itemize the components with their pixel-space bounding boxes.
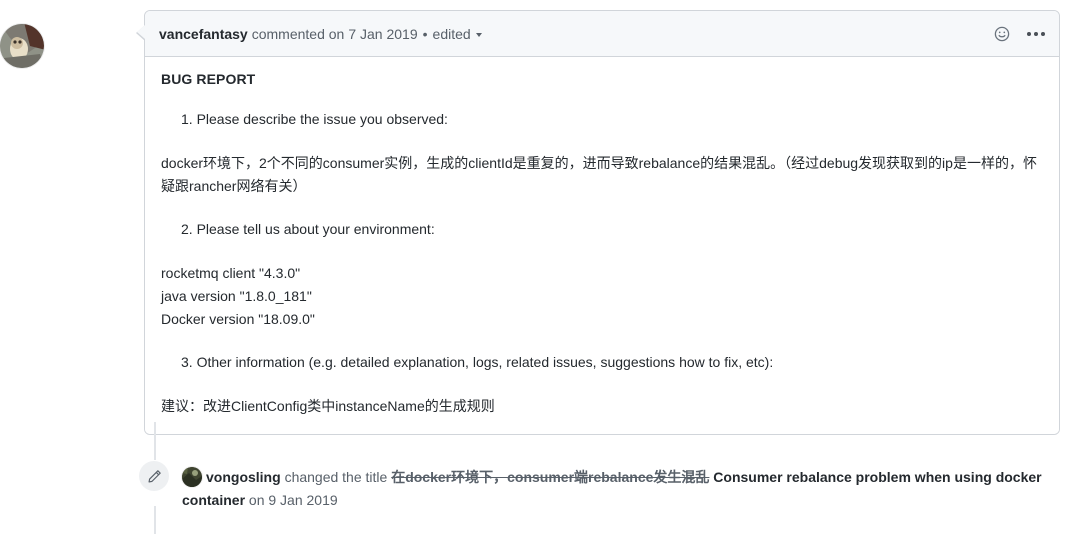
suggestion-paragraph: 建议：改进ClientConfig类中instanceName的生成规则 (161, 398, 495, 415)
event-date-prefix: on (248, 492, 265, 509)
env-line: Docker version "18.09.0" (161, 310, 315, 327)
meta-separator: • (422, 25, 428, 42)
edited-label: edited (432, 25, 471, 42)
smiley-icon[interactable] (991, 23, 1013, 45)
chevron-down-icon (475, 32, 482, 37)
edited-dropdown[interactable]: edited (433, 26, 482, 42)
issue-description-paragraph: docker环境下，2个不同的consumer实例，生成的clientId是重复… (161, 155, 1037, 194)
instruction-item-3: 3. Other information (e.g. detailed expl… (181, 354, 774, 371)
timeline-event-row: vongosling changed the title 在docker环境下，… (0, 460, 1080, 512)
event-action: changed the title (284, 469, 388, 485)
bug-report-heading: BUG REPORT (161, 71, 256, 87)
timeline-connector (154, 422, 156, 460)
comment-box: vancefantasy commented on 7 Jan 2019 • e… (136, 10, 1060, 436)
bubble-arrow-inner (137, 25, 145, 39)
comment-actions (991, 23, 1047, 45)
comment-meta: vancefantasy commented on 7 Jan 2019 • e… (159, 26, 991, 42)
instruction-item-2: 2. Please tell us about your environment… (181, 221, 435, 238)
env-line: java version "1.8.0_181" (161, 288, 312, 305)
avatar[interactable] (182, 467, 202, 487)
event-date[interactable]: 9 Jan 2019 (268, 492, 337, 508)
env-line: rocketmq client "4.3.0" (161, 265, 301, 282)
issue-timeline: vancefantasy commented on 7 Jan 2019 • e… (0, 0, 1080, 534)
old-issue-title: 在docker环境下，consumer端rebalance发生混乱 (391, 469, 710, 485)
kebab-horizontal-icon[interactable] (1025, 28, 1047, 40)
comment-author[interactable]: vancefantasy (159, 26, 248, 42)
comment-row: vancefantasy commented on 7 Jan 2019 • e… (0, 10, 1080, 436)
comment-header: vancefantasy commented on 7 Jan 2019 • e… (145, 11, 1059, 57)
instruction-item-1: 1. Please describe the issue you observe… (181, 111, 448, 127)
avatar[interactable] (0, 24, 44, 68)
title-change-event: vongosling changed the title 在docker环境下，… (182, 460, 1050, 512)
event-author[interactable]: vongosling (206, 469, 281, 485)
comment-body: BUG REPORT 1. Please describe the issue … (145, 57, 1059, 435)
comment-action: commented on (251, 25, 345, 42)
environment-details: rocketmq client "4.3.0" java version "1.… (161, 262, 1043, 330)
comment-date[interactable]: 7 Jan 2019 (348, 26, 417, 42)
